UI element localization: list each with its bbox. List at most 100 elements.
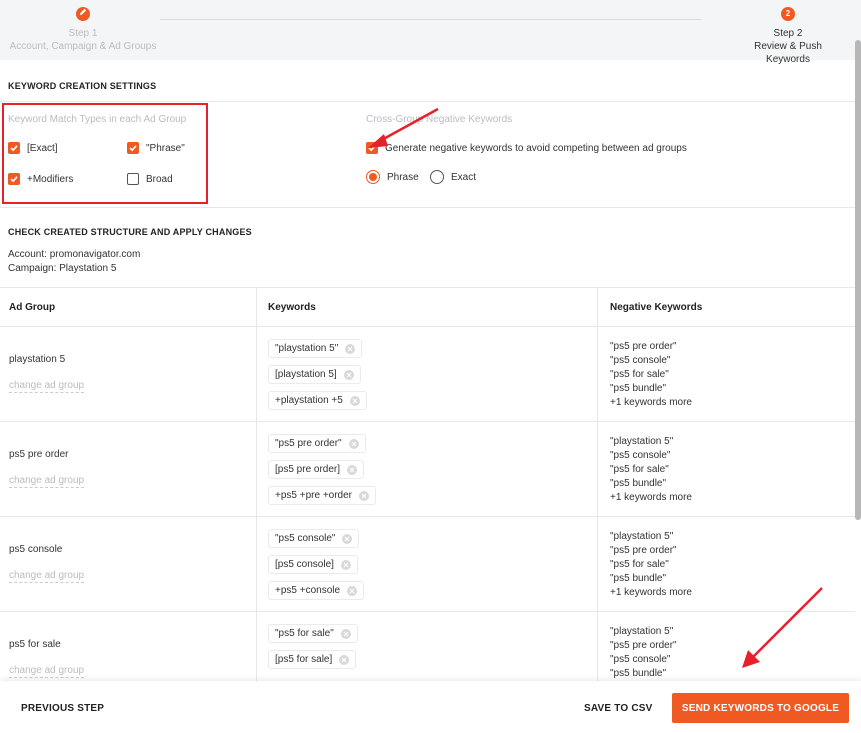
ad-group-name: ps5 pre order (9, 449, 69, 460)
negative-keyword: "ps5 for sale" (610, 559, 669, 570)
step-2-desc: Review & Push Keywords (754, 41, 822, 65)
remove-chip-icon[interactable] (349, 395, 360, 406)
negative-keyword: "ps5 bundle" (610, 573, 667, 584)
keyword-text: +ps5 +pre +order (275, 490, 352, 501)
keyword-text: [ps5 for sale] (275, 654, 333, 665)
remove-chip-icon[interactable] (347, 585, 358, 596)
table-body: playstation 5 change ad group "playstatio… (0, 327, 855, 707)
header-keywords: Keywords (268, 302, 316, 313)
keyword-chip: "ps5 pre order" (268, 434, 366, 453)
stepper-line (160, 19, 701, 20)
table-header: Ad Group Keywords Negative Keywords (0, 287, 855, 327)
table-row: ps5 console change ad group "ps5 console"… (0, 517, 855, 612)
footer: PREVIOUS STEP SAVE TO CSV SEND KEYWORDS … (0, 681, 861, 733)
keyword-chip: "ps5 for sale" (268, 624, 358, 643)
negative-keyword: "ps5 bundle" (610, 383, 667, 394)
negative-keyword: "ps5 console" (610, 450, 671, 461)
account-name: Account: promonavigator.com (8, 249, 141, 260)
check-icon (8, 142, 20, 154)
phrase-checkbox[interactable]: "Phrase" (127, 142, 185, 154)
stepper: Step 1 Account, Campaign & Ad Groups 2 S… (0, 0, 861, 65)
column-divider (256, 287, 257, 707)
negative-keyword: +1 keywords more (610, 492, 692, 503)
structure-title: CHECK CREATED STRUCTURE AND APPLY CHANGE… (8, 227, 252, 237)
step-2[interactable]: 2 Step 2 Review & Push Keywords (733, 7, 843, 66)
keyword-text: +playstation +5 (275, 395, 343, 406)
negative-keyword: +1 keywords more (610, 587, 692, 598)
step-2-number: 2 (781, 7, 795, 21)
send-keywords-button[interactable]: SEND KEYWORDS TO GOOGLE (672, 693, 849, 723)
remove-chip-icon[interactable] (343, 369, 354, 380)
negative-keywords-list: "playstation 5" "ps5 console" "ps5 for sal… (610, 435, 692, 505)
negative-keywords-list: "playstation 5" "ps5 pre order" "ps5 conso… (610, 625, 677, 681)
keyword-text: "ps5 for sale" (275, 628, 334, 639)
save-csv-button[interactable]: SAVE TO CSV (584, 703, 653, 714)
negative-keyword: "ps5 pre order" (610, 545, 677, 556)
campaign-name: Campaign: Playstation 5 (8, 263, 117, 274)
ad-group-name: ps5 console (9, 544, 63, 555)
column-divider (597, 287, 598, 707)
red-arrow-annotation (368, 107, 439, 148)
exact-radio-label: Exact (451, 171, 477, 183)
keyword-text: +ps5 +console (275, 585, 341, 596)
unchecked-box (127, 173, 139, 185)
keyword-chip: +ps5 +pre +order (268, 486, 376, 505)
broad-label: Broad (146, 173, 173, 185)
remove-chip-icon[interactable] (340, 628, 351, 639)
step-1[interactable]: Step 1 Account, Campaign & Ad Groups (0, 7, 166, 53)
header-ad-group: Ad Group (9, 302, 56, 313)
account-info: Account: promonavigator.com Campaign: Pl… (8, 248, 140, 276)
broad-checkbox[interactable]: Broad (127, 173, 173, 185)
keyword-chip: [ps5 for sale] (268, 650, 357, 669)
remove-chip-icon[interactable] (339, 654, 350, 665)
keyword-chip: [playstation 5] (268, 365, 361, 384)
keyword-chip: +ps5 +console (268, 581, 365, 600)
change-ad-group-link[interactable]: change ad group (9, 475, 85, 488)
remove-chip-icon[interactable] (345, 343, 356, 354)
match-types-label: Keyword Match Types in each Ad Group (8, 114, 187, 125)
keyword-chip: +playstation +5 (268, 391, 367, 410)
phrase-radio[interactable]: Phrase (366, 170, 419, 184)
remove-chip-icon[interactable] (359, 490, 369, 501)
keyword-chip: [ps5 console] (268, 555, 358, 574)
keyword-chip: "ps5 console" (268, 529, 360, 548)
remove-chip-icon[interactable] (340, 559, 351, 570)
negative-keyword: "ps5 bundle" (610, 668, 667, 679)
step-1-label: Step 1 (68, 28, 98, 39)
exact-radio[interactable]: Exact (430, 170, 476, 184)
negative-keyword: "ps5 console" (610, 654, 671, 665)
remove-chip-icon[interactable] (347, 464, 358, 475)
exact-checkbox[interactable]: [Exact] (8, 142, 58, 154)
check-icon (8, 173, 20, 185)
previous-step-button[interactable]: PREVIOUS STEP (21, 703, 104, 714)
keyword-text: "ps5 pre order" (275, 438, 342, 449)
radio-selected (366, 170, 380, 184)
negative-keyword: "playstation 5" (610, 436, 674, 447)
pencil-icon (76, 7, 90, 21)
keyword-text: [ps5 pre order] (275, 464, 341, 475)
phrase-radio-label: Phrase (387, 171, 419, 183)
negative-keyword: "ps5 bundle" (610, 478, 667, 489)
scrollbar[interactable] (855, 40, 861, 520)
divider (0, 101, 855, 102)
negative-keyword: "ps5 pre order" (610, 640, 677, 651)
keyword-text: "playstation 5" (275, 343, 339, 354)
negative-keyword: "ps5 for sale" (610, 369, 669, 380)
modifiers-checkbox[interactable]: +Modifiers (8, 173, 73, 185)
negative-keywords-list: "ps5 pre order" "ps5 console" "ps5 for sal… (610, 340, 692, 410)
change-ad-group-link[interactable]: change ad group (9, 665, 85, 678)
negative-keywords-list: "playstation 5" "ps5 pre order" "ps5 for s… (610, 530, 692, 600)
remove-chip-icon[interactable] (342, 533, 353, 544)
step-1-desc: Account, Campaign & Ad Groups (9, 41, 157, 52)
change-ad-group-link[interactable]: change ad group (9, 380, 85, 393)
structure-table: Ad Group Keywords Negative Keywords play… (0, 287, 855, 707)
change-ad-group-link[interactable]: change ad group (9, 570, 85, 583)
phrase-label: "Phrase" (146, 142, 185, 154)
remove-chip-icon[interactable] (348, 438, 359, 449)
header-negative: Negative Keywords (610, 302, 703, 313)
negative-keyword: "playstation 5" (610, 531, 674, 542)
keyword-text: "ps5 console" (275, 533, 336, 544)
keyword-chip: [ps5 pre order] (268, 460, 365, 479)
radio-unselected (430, 170, 444, 184)
step-2-label: Step 2 (773, 28, 803, 39)
